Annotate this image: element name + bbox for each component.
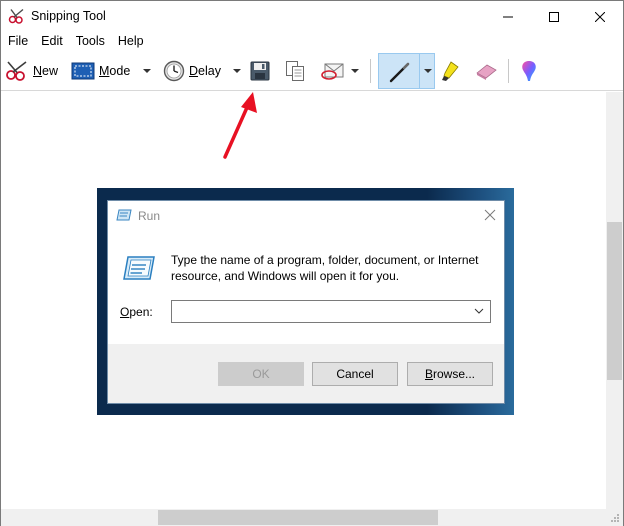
menu-bar: File Edit Tools Help [1,32,623,51]
close-icon [484,209,496,221]
chevron-down-icon [474,308,484,314]
paint3d-icon [522,61,536,81]
annotation-arrow [223,92,257,159]
floppy-disk-icon [250,61,270,81]
new-label: New [33,64,59,78]
vertical-scrollbar-thumb[interactable] [607,222,622,380]
open-label: Open: [120,305,153,319]
pen-split-divider [419,53,420,89]
minimize-button[interactable] [485,1,531,32]
window-title: Snipping Tool [31,9,106,23]
maximize-icon [549,11,559,22]
close-button[interactable] [577,1,623,32]
toolbar-separator [508,59,509,83]
menu-tools[interactable]: Tools [69,32,111,51]
cancel-button: Cancel [312,362,398,386]
envelope-icon [321,63,344,80]
run-description: Type the name of a program, folder, docu… [171,253,479,283]
snipping-tool-window: Snipping Tool File Edit Tools Help New M… [0,0,624,526]
toolbar-separator [370,59,371,83]
delay-dropdown-icon[interactable] [233,69,241,73]
ok-button: OK [218,362,304,386]
open-combobox [171,300,491,323]
run-program-icon [123,256,155,280]
browse-button: Browse... [407,362,493,386]
send-snip-button[interactable] [319,55,347,87]
resize-grip-icon[interactable] [610,513,620,523]
run-dialog-snip: Run Type the name of a program, folder, … [107,200,505,404]
highlighter-icon [442,61,459,81]
horizontal-scrollbar-thumb[interactable] [158,510,438,525]
maximize-button[interactable] [531,1,577,32]
copy-button[interactable] [283,55,307,87]
rectangle-mode-icon [71,62,95,80]
menu-edit[interactable]: Edit [34,32,69,51]
delay-button[interactable]: Delay [163,55,227,87]
send-dropdown-icon[interactable] [351,69,359,73]
run-icon [116,209,132,221]
eraser-icon [476,64,497,80]
scissors-icon [8,8,24,24]
scissors-icon [6,61,27,81]
copy-icon [286,61,304,81]
edit-with-paint3d-button[interactable] [517,55,541,87]
close-icon [595,11,605,22]
pen-dropdown-icon[interactable] [424,69,432,73]
menu-file[interactable]: File [1,32,34,51]
run-dialog-title: Run [138,209,161,223]
pen-icon [389,62,410,83]
delay-label: Delay [189,64,221,78]
mode-dropdown-icon[interactable] [143,69,151,73]
new-button[interactable]: New [5,55,61,87]
minimize-icon [503,16,513,17]
menu-help[interactable]: Help [111,32,150,51]
eraser-button[interactable] [473,55,499,87]
clock-icon [163,60,185,82]
mode-label: Mode [99,64,131,78]
highlighter-button[interactable] [438,55,462,87]
title-bar[interactable]: Snipping Tool [1,1,623,32]
save-snip-button[interactable] [249,55,271,87]
mode-button[interactable]: Mode [71,55,135,87]
